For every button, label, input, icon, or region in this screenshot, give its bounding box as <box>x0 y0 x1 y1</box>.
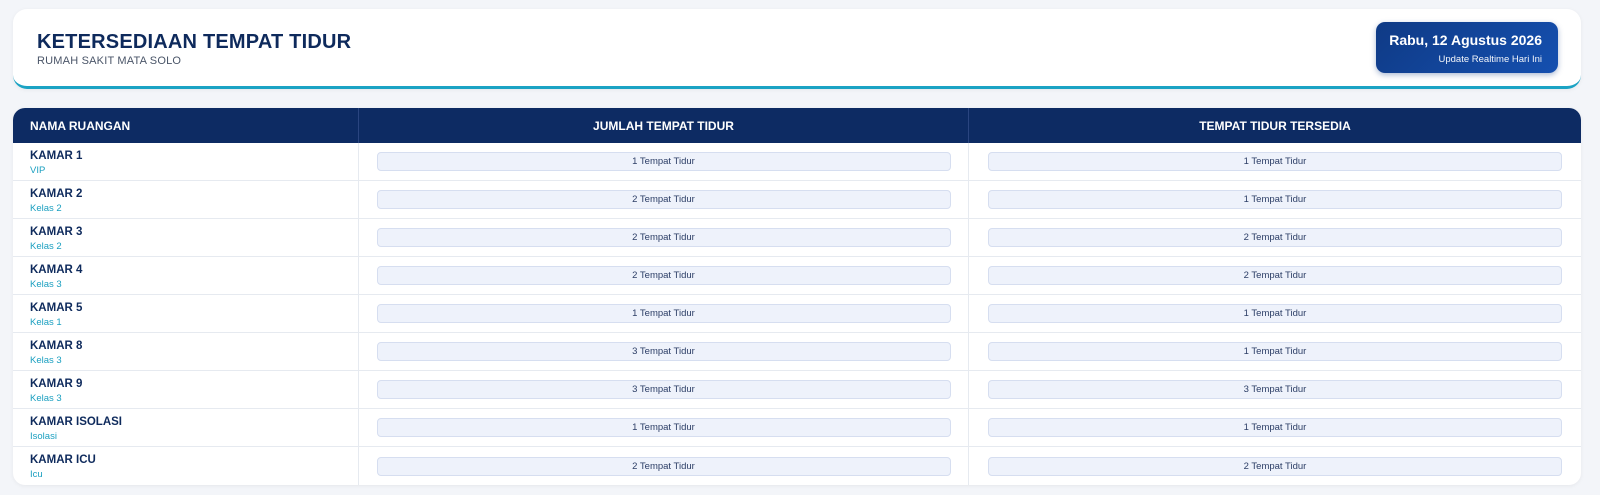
total-beds-cell: 3 Tempat Tidur <box>359 371 969 408</box>
table-row: KAMAR ISOLASI Isolasi 1 Tempat Tidur 1 Temp… <box>13 409 1581 447</box>
room-class: Kelas 3 <box>30 393 62 404</box>
total-beds-cell: 1 Tempat Tidur <box>359 295 969 332</box>
room-class: Icu <box>30 469 43 480</box>
room-name: KAMAR 9 <box>30 378 83 390</box>
total-beds-pill: 2 Tempat Tidur <box>376 456 951 476</box>
total-beds-pill: 3 Tempat Tidur <box>376 342 951 361</box>
available-beds-pill: 1 Tempat Tidur <box>988 190 1562 209</box>
total-beds-pill: 3 Tempat Tidur <box>376 380 951 399</box>
total-beds-cell: 2 Tempat Tidur <box>359 219 969 256</box>
available-beds-cell: 1 Tempat Tidur <box>969 295 1581 332</box>
room-class: Kelas 3 <box>30 279 62 290</box>
room-name: KAMAR ISOLASI <box>30 416 122 428</box>
room-name: KAMAR ICU <box>30 454 96 466</box>
bed-availability-table: NAMA RUANGAN JUMLAH TEMPAT TIDUR TEMPAT … <box>13 108 1581 485</box>
room-cell: KAMAR ICU Icu <box>13 447 359 485</box>
available-beds-pill: 1 Tempat Tidur <box>988 342 1562 361</box>
room-class: Isolasi <box>30 431 57 442</box>
room-name: KAMAR 3 <box>30 226 83 238</box>
room-cell: KAMAR 8 Kelas 3 <box>13 333 359 370</box>
available-beds-cell: 2 Tempat Tidur <box>969 219 1581 256</box>
room-cell: KAMAR 3 Kelas 2 <box>13 219 359 256</box>
table-row: KAMAR 9 Kelas 3 3 Tempat Tidur 3 Tempat Tid… <box>13 371 1581 409</box>
table-row: KAMAR 2 Kelas 2 2 Tempat Tidur 1 Tempat Tid… <box>13 181 1581 219</box>
total-beds-cell: 1 Tempat Tidur <box>359 409 969 446</box>
room-name: KAMAR 8 <box>30 340 83 352</box>
room-cell: KAMAR 1 VIP <box>13 143 359 180</box>
total-beds-cell: 3 Tempat Tidur <box>359 333 969 370</box>
available-beds-pill: 1 Tempat Tidur <box>988 152 1562 171</box>
update-note: Update Realtime Hari Ini <box>1438 54 1543 65</box>
column-header-available-beds: TEMPAT TIDUR TERSEDIA <box>1199 118 1351 133</box>
table-row: KAMAR ICU Icu 2 Tempat Tidur 2 Tempat Tidur <box>13 447 1581 485</box>
available-beds-cell: 1 Tempat Tidur <box>969 143 1581 180</box>
total-beds-pill: 1 Tempat Tidur <box>376 304 951 323</box>
total-beds-cell: 2 Tempat Tidur <box>359 181 969 218</box>
available-beds-cell: 1 Tempat Tidur <box>969 181 1581 218</box>
available-beds-cell: 3 Tempat Tidur <box>969 371 1581 408</box>
table-row: KAMAR 8 Kelas 3 3 Tempat Tidur 1 Tempat Tid… <box>13 333 1581 371</box>
room-class: VIP <box>30 165 46 176</box>
table-header: NAMA RUANGAN JUMLAH TEMPAT TIDUR TEMPAT … <box>13 108 1581 143</box>
available-beds-pill: 2 Tempat Tidur <box>988 228 1562 247</box>
room-name: KAMAR 5 <box>30 302 83 314</box>
available-beds-cell: 2 Tempat Tidur <box>969 447 1581 485</box>
room-class: Kelas 2 <box>30 203 62 214</box>
hospital-name: RUMAH SAKIT MATA SOLO <box>37 55 182 67</box>
room-class: Kelas 1 <box>30 317 62 328</box>
room-name: KAMAR 4 <box>30 264 83 276</box>
room-name: KAMAR 2 <box>30 188 83 200</box>
room-cell: KAMAR ISOLASI Isolasi <box>13 409 359 446</box>
available-beds-cell: 1 Tempat Tidur <box>969 333 1581 370</box>
table-row: KAMAR 5 Kelas 1 1 Tempat Tidur 1 Tempat Tid… <box>13 295 1581 333</box>
total-beds-cell: 2 Tempat Tidur <box>359 257 969 294</box>
total-beds-pill: 2 Tempat Tidur <box>376 266 951 285</box>
page-title: KETERSEDIAAN TEMPAT TIDUR <box>37 31 352 53</box>
available-beds-pill: 1 Tempat Tidur <box>988 418 1562 437</box>
room-cell: KAMAR 9 Kelas 3 <box>13 371 359 408</box>
total-beds-cell: 1 Tempat Tidur <box>359 143 969 180</box>
column-header-room-name: NAMA RUANGAN <box>13 108 359 143</box>
table-body: KAMAR 1 VIP 1 Tempat Tidur 1 Tempat Tidur KA… <box>13 143 1581 485</box>
available-beds-cell: 2 Tempat Tidur <box>969 257 1581 294</box>
room-cell: KAMAR 4 Kelas 3 <box>13 257 359 294</box>
room-cell: KAMAR 2 Kelas 2 <box>13 181 359 218</box>
date-badge: Rabu, 12 Agustus 2026 Update Realtime Ha… <box>1376 22 1558 73</box>
table-row: KAMAR 4 Kelas 3 2 Tempat Tidur 2 Tempat Tid… <box>13 257 1581 295</box>
header-card: KETERSEDIAAN TEMPAT TIDUR RUMAH SAKIT MA… <box>13 9 1581 89</box>
room-name: KAMAR 1 <box>30 150 83 162</box>
current-date: Rabu, 12 Agustus 2026 <box>1389 32 1542 48</box>
total-beds-pill: 2 Tempat Tidur <box>376 190 951 209</box>
room-cell: KAMAR 5 Kelas 1 <box>13 295 359 332</box>
room-class: Kelas 2 <box>30 241 62 252</box>
available-beds-pill: 1 Tempat Tidur <box>988 304 1562 323</box>
room-class: Kelas 3 <box>30 355 62 366</box>
total-beds-pill: 1 Tempat Tidur <box>376 418 951 437</box>
total-beds-pill: 2 Tempat Tidur <box>376 228 951 247</box>
table-row: KAMAR 3 Kelas 2 2 Tempat Tidur 2 Tempat Tid… <box>13 219 1581 257</box>
total-beds-pill: 1 Tempat Tidur <box>376 152 951 171</box>
table-row: KAMAR 1 VIP 1 Tempat Tidur 1 Tempat Tidur <box>13 143 1581 181</box>
column-header-total-beds: JUMLAH TEMPAT TIDUR <box>359 108 969 143</box>
available-beds-cell: 1 Tempat Tidur <box>969 409 1581 446</box>
total-beds-cell: 2 Tempat Tidur <box>359 447 969 485</box>
available-beds-pill: 2 Tempat Tidur <box>988 266 1562 285</box>
available-beds-pill: 2 Tempat Tidur <box>988 456 1562 476</box>
available-beds-pill: 3 Tempat Tidur <box>988 380 1562 399</box>
